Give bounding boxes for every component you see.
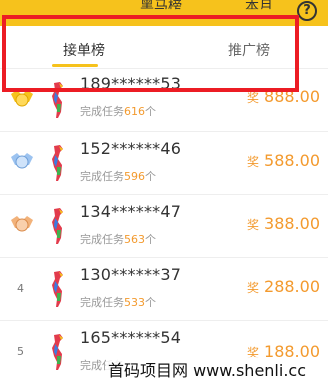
horse-avatar-icon <box>52 334 63 370</box>
user-phone: 152******46 <box>80 139 182 158</box>
task-count: 完成任务563个 <box>80 233 156 246</box>
rank-number: 5 <box>17 345 24 358</box>
horse-avatar-icon <box>52 208 63 244</box>
reward-amount: 奖 288.00 <box>247 277 320 296</box>
page-title: 黑马榜 <box>140 0 182 15</box>
tab-promotion-rank[interactable]: 推广榜 <box>228 40 270 60</box>
watermark: 首码项目网 www.shenli.cc <box>106 357 308 381</box>
user-phone: 134******47 <box>80 202 182 221</box>
top-header: 黑马榜 本月 ? <box>0 0 328 26</box>
horse-avatar-icon <box>52 82 63 118</box>
active-tab-indicator <box>52 64 98 67</box>
user-phone: 165******54 <box>80 328 182 347</box>
reward-amount: 奖 388.00 <box>247 214 320 233</box>
help-icon[interactable]: ? <box>297 1 317 21</box>
list-item[interactable]: 152******46 完成任务596个 奖 588.00 <box>0 132 328 195</box>
tab-order-rank[interactable]: 接单榜 <box>63 40 105 60</box>
reward-amount: 奖 588.00 <box>247 151 320 170</box>
list-item[interactable]: 189******53 完成任务616个 奖 888.00 <box>0 69 328 132</box>
task-count: 完成任务596个 <box>80 170 156 183</box>
silver-medal-icon <box>11 153 33 169</box>
list-item[interactable]: 134******47 完成任务563个 奖 388.00 <box>0 195 328 258</box>
bronze-medal-icon <box>11 216 33 232</box>
month-selector[interactable]: 本月 <box>245 0 273 9</box>
rank-number: 4 <box>17 282 24 295</box>
task-count: 完成任务533个 <box>80 296 156 309</box>
list-item[interactable]: 4 130******37 完成任务533个 奖 288.00 <box>0 258 328 321</box>
user-phone: 189******53 <box>80 74 182 93</box>
reward-amount: 奖 888.00 <box>247 87 320 106</box>
user-phone: 130******37 <box>80 265 182 284</box>
horse-avatar-icon <box>52 271 63 307</box>
gold-medal-icon <box>11 90 33 107</box>
horse-avatar-icon <box>52 145 63 181</box>
task-count: 完成任务616个 <box>80 105 156 118</box>
tab-bar: 接单榜 推广榜 <box>0 26 328 69</box>
